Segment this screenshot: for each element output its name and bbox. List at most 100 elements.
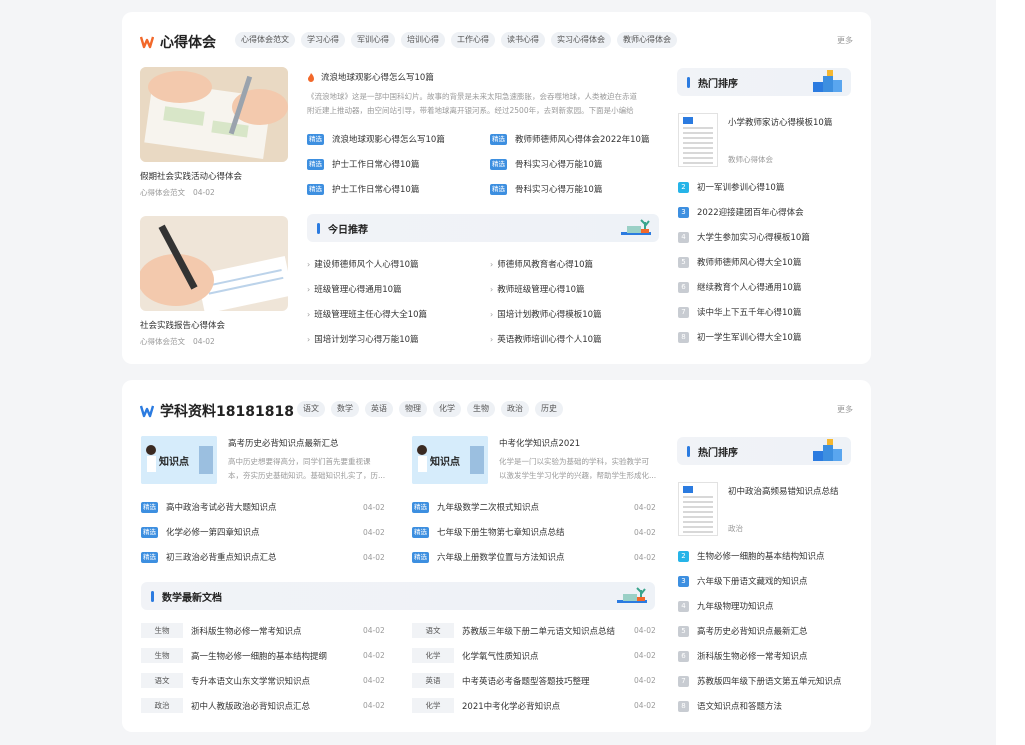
latest-doc-row[interactable]: 语文 苏教版三年级下册二单元语文知识点总结 (412, 623, 615, 638)
tag-link[interactable]: 化学 (433, 401, 461, 417)
subject-label: 化学 (412, 648, 454, 663)
featured-caption[interactable]: 假期社会实践活动心得体会 (140, 170, 242, 182)
picks-item[interactable]: 精选 骨科实习心得万能10篇 (490, 183, 602, 195)
ranking-item[interactable]: 3 2022迎接建团百年心得体会 (678, 206, 804, 218)
rank-number: 5 (678, 625, 689, 637)
top-doc-thumbnail[interactable] (678, 482, 718, 536)
hot-article-excerpt: 《流浪地球》这是一部中国科幻片。故事的背景是未来太阳急速膨胀，会吞噬地球，人类被… (307, 92, 637, 115)
picks-item[interactable]: 精选 流浪地球观影心得怎么写10篇 (307, 133, 445, 145)
tag-link[interactable]: 生物 (467, 401, 495, 417)
top-doc-category: 政治 (728, 524, 743, 533)
ranking-item[interactable]: 7 读中华上下五千年心得10篇 (678, 306, 801, 318)
latest-doc-row[interactable]: 生物 高一生物必修一细胞的基本结构提纲 (141, 648, 327, 663)
knowledge-item[interactable]: 精选 初三政治必背重点知识点汇总 (141, 551, 277, 563)
knowledge-title[interactable]: 高考历史必背知识点最新汇总 (228, 437, 339, 449)
knowledge-item[interactable]: 精选 九年级数学二次根式知识点 (412, 501, 539, 513)
more-link[interactable]: 更多 (837, 35, 853, 46)
picks-item[interactable]: 精选 护士工作日常心得10篇 (307, 158, 419, 170)
category-tags: 心得体会范文 学习心得 军训心得 培训心得 工作心得 读书心得 实习心得体会 教… (235, 32, 677, 48)
latest-doc-row[interactable]: 化学 2021中考化学必背知识点 (412, 698, 560, 713)
today-item[interactable]: › 班级管理班主任心得大全10篇 (307, 308, 427, 321)
brand-logo-icon (140, 405, 154, 418)
tag-link[interactable]: 军训心得 (351, 32, 395, 48)
picks-item[interactable]: 精选 骨科实习心得万能10篇 (490, 158, 602, 170)
latest-header: 数学最新文档 (141, 582, 655, 610)
subject-label: 英语 (412, 673, 454, 688)
item-date: 04-02 (363, 553, 385, 562)
featured-image-report[interactable] (140, 216, 288, 311)
tag-link[interactable]: 培训心得 (401, 32, 445, 48)
tag-link[interactable]: 数学 (331, 401, 359, 417)
tag-link[interactable]: 英语 (365, 401, 393, 417)
featured-badge: 精选 (307, 158, 324, 170)
today-item[interactable]: › 师德师风教育者心得10篇 (490, 258, 593, 271)
ranking-item[interactable]: 3 六年级下册语文藏戏的知识点 (678, 575, 808, 587)
item-date: 04-02 (363, 626, 385, 635)
knowledge-thumbnail[interactable]: 知识点 (141, 436, 217, 484)
picks-item[interactable]: 精选 教师师德师风心得体会2022年10篇 (490, 133, 649, 145)
latest-doc-row[interactable]: 生物 浙科版生物必修一常考知识点 (141, 623, 302, 638)
today-item[interactable]: › 国培计划教师心得模板10篇 (490, 308, 602, 321)
tag-link[interactable]: 工作心得 (451, 32, 495, 48)
tag-link[interactable]: 学习心得 (301, 32, 345, 48)
hot-article-title[interactable]: 流浪地球观影心得怎么写10篇 (307, 71, 434, 83)
latest-doc-row[interactable]: 语文 专升本语文山东文学常识知识点 (141, 673, 310, 688)
thumb-knowledge-label: 知识点 (430, 457, 460, 468)
chevron-right-icon: › (307, 309, 311, 319)
latest-doc-row[interactable]: 政治 初中人教版政治必背知识点汇总 (141, 698, 310, 713)
ranking-item[interactable]: 8 语文知识点和答题方法 (678, 700, 782, 712)
featured-meta: 心得体会范文 04-02 (140, 336, 223, 347)
tag-link[interactable]: 语文 (297, 401, 325, 417)
ranking-item[interactable]: 2 生物必修一细胞的基本结构知识点 (678, 550, 825, 562)
item-date: 04-02 (363, 503, 385, 512)
more-link[interactable]: 更多 (837, 404, 853, 415)
knowledge-desc: 化学是一门以实验为基础的学科，实验教学可 (499, 457, 649, 466)
knowledge-item[interactable]: 精选 高中政治考试必背大题知识点 (141, 501, 277, 513)
ranking-item[interactable]: 2 初一军训参训心得10篇 (678, 181, 784, 193)
ranking-item[interactable]: 4 九年级物理功知识点 (678, 600, 774, 612)
rank-number: 8 (678, 331, 689, 343)
tag-link[interactable]: 历史 (535, 401, 563, 417)
tag-link[interactable]: 读书心得 (501, 32, 545, 48)
picks-item[interactable]: 精选 护士工作日常心得10篇 (307, 183, 419, 195)
ranking-item[interactable]: 6 继续教育个人心得通用10篇 (678, 281, 801, 293)
featured-badge: 精选 (141, 501, 158, 513)
subject-label: 化学 (412, 698, 454, 713)
tag-link[interactable]: 物理 (399, 401, 427, 417)
today-item[interactable]: › 国培计划学习心得万能10篇 (307, 333, 419, 346)
knowledge-item[interactable]: 精选 六年级上册数学位置与方法知识点 (412, 551, 565, 563)
top-doc-thumbnail[interactable] (678, 113, 718, 167)
featured-caption[interactable]: 社会实践报告心得体会 (140, 319, 225, 331)
ranking-item[interactable]: 5 教师师德师风心得大全10篇 (678, 256, 801, 268)
knowledge-desc: 以激发学生学习化学的兴趣，帮助学生形成化... (499, 471, 657, 480)
top-doc-title[interactable]: 小学教师家访心得模板10篇 (728, 116, 832, 128)
top-doc-title[interactable]: 初中政治高频易错知识点总结 (728, 485, 839, 497)
item-date: 04-02 (363, 651, 385, 660)
tag-link[interactable]: 实习心得体会 (551, 32, 611, 48)
today-item[interactable]: › 班级管理心得通用10篇 (307, 283, 402, 296)
today-item[interactable]: › 英语教师培训心得个人10篇 (490, 333, 602, 346)
featured-image-writing[interactable] (140, 67, 288, 162)
tag-link[interactable]: 教师心得体会 (617, 32, 677, 48)
ranking-item[interactable]: 8 初一学生军训心得大全10篇 (678, 331, 801, 343)
ranking-item[interactable]: 6 浙科版生物必修一常考知识点 (678, 650, 808, 662)
featured-badge: 精选 (412, 551, 429, 563)
knowledge-title[interactable]: 中考化学知识点2021 (499, 437, 580, 449)
chevron-right-icon: › (307, 259, 311, 269)
ranking-item[interactable]: 7 苏教版四年级下册语文第五单元知识点 (678, 675, 842, 687)
ranking-title: 热门排序 (698, 447, 738, 459)
today-item[interactable]: › 教师班级管理心得10篇 (490, 283, 585, 296)
today-item[interactable]: › 建设师德师风个人心得10篇 (307, 258, 419, 271)
tag-link[interactable]: 心得体会范文 (235, 32, 295, 48)
knowledge-item[interactable]: 精选 化学必修一第四章知识点 (141, 526, 260, 538)
ranking-item[interactable]: 4 大学生参加实习心得模板10篇 (678, 231, 810, 243)
chevron-right-icon: › (490, 309, 494, 319)
featured-badge: 精选 (141, 551, 158, 563)
knowledge-thumbnail[interactable]: 知识点 (412, 436, 488, 484)
tag-link[interactable]: 政治 (501, 401, 529, 417)
ranking-item[interactable]: 5 高考历史必背知识点最新汇总 (678, 625, 808, 637)
rank-number: 6 (678, 281, 689, 293)
knowledge-item[interactable]: 精选 七年级下册生物第七章知识点总结 (412, 526, 565, 538)
latest-doc-row[interactable]: 英语 中考英语必考备题型答题技巧整理 (412, 673, 590, 688)
latest-doc-row[interactable]: 化学 化学氧气性质知识点 (412, 648, 539, 663)
